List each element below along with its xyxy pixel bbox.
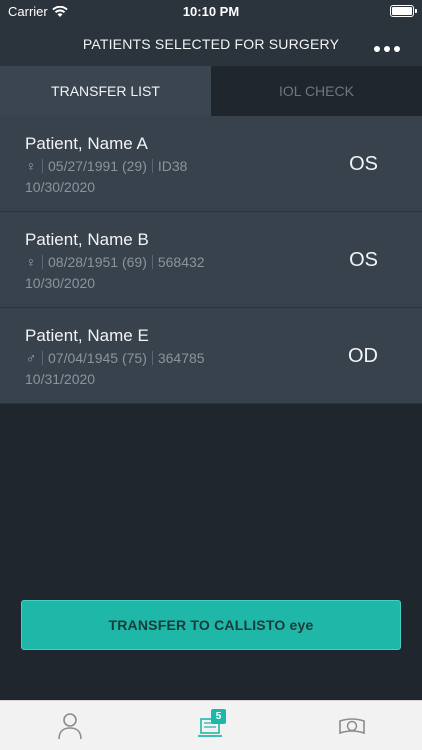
surgery-date: 10/31/2020 xyxy=(25,371,96,387)
divider xyxy=(42,255,43,269)
eye-side: OS xyxy=(349,249,378,271)
eye-side: OS xyxy=(349,153,378,175)
more-dots-icon[interactable] xyxy=(374,46,400,52)
tab-lens[interactable] xyxy=(336,711,368,741)
patient-list: Patient, Name A ♀ 05/27/1991 (29) ID38 1… xyxy=(0,116,422,404)
surgery-date: 10/30/2020 xyxy=(25,275,96,291)
person-icon xyxy=(58,713,82,740)
divider xyxy=(151,351,153,365)
status-time: 10:10 PM xyxy=(182,4,240,19)
patient-meta: ♀ 08/28/1951 (69) 568432 xyxy=(25,254,205,270)
surgery-date: 10/30/2020 xyxy=(25,179,96,195)
page-title: PATIENTS SELECTED FOR SURGERY xyxy=(82,36,340,52)
patient-meta: ♂ 07/04/1945 (75) 364785 xyxy=(25,350,205,366)
bottom-tab-bar: 5 xyxy=(0,700,422,750)
patient-dob: 05/27/1991 (29) xyxy=(48,158,147,174)
divider xyxy=(42,159,43,173)
eye-side: OD xyxy=(348,345,378,367)
tab-iol-check[interactable]: IOL CHECK xyxy=(211,66,422,116)
segment-tabs: TRANSFER LIST IOL CHECK xyxy=(0,66,422,116)
list-item[interactable]: Patient, Name A ♀ 05/27/1991 (29) ID38 1… xyxy=(0,116,422,212)
nav-header: PATIENTS SELECTED FOR SURGERY xyxy=(0,22,422,66)
count-badge: 5 xyxy=(211,709,226,724)
patient-name: Patient, Name E xyxy=(25,326,149,345)
transfer-button[interactable]: TRANSFER TO CALLISTO eye xyxy=(21,600,401,650)
tab-transfer-list[interactable]: TRANSFER LIST xyxy=(0,66,211,116)
lens-icon xyxy=(339,718,365,735)
patient-meta: ♀ 05/27/1991 (29) ID38 xyxy=(25,158,188,174)
divider xyxy=(151,159,153,173)
list-item[interactable]: Patient, Name E ♂ 07/04/1945 (75) 364785… xyxy=(0,308,422,404)
status-bar: Carrier 10:10 PM xyxy=(0,0,422,22)
female-icon: ♀ xyxy=(25,158,37,174)
patient-name: Patient, Name A xyxy=(25,134,148,153)
patient-id: 364785 xyxy=(157,350,205,366)
patient-dob: 07/04/1945 (75) xyxy=(48,350,147,366)
patient-dob: 08/28/1951 (69) xyxy=(48,254,147,270)
tab-patients[interactable] xyxy=(54,711,86,741)
list-item[interactable]: Patient, Name B ♀ 08/28/1951 (69) 568432… xyxy=(0,212,422,308)
female-icon: ♀ xyxy=(25,254,37,270)
divider xyxy=(151,255,153,269)
battery-icon xyxy=(390,5,417,17)
patient-id: 568432 xyxy=(157,254,205,270)
divider xyxy=(42,351,43,365)
patient-name: Patient, Name B xyxy=(25,230,149,249)
patient-id: ID38 xyxy=(157,158,188,174)
tab-transfer[interactable]: 5 xyxy=(195,709,227,741)
male-icon: ♂ xyxy=(25,350,37,366)
